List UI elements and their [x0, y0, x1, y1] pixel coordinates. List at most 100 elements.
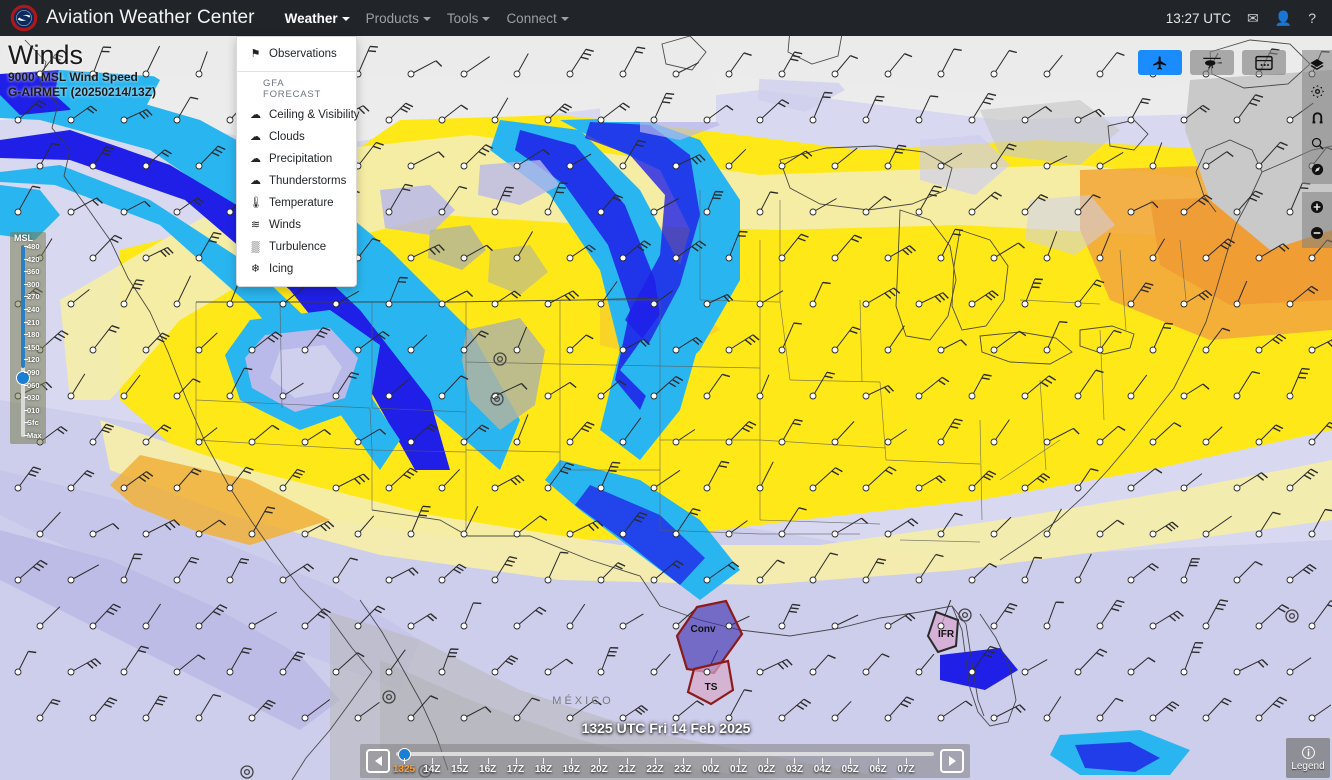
altitude-tick[interactable]: 300	[27, 281, 40, 289]
station-point[interactable]	[598, 117, 604, 123]
altitude-tick[interactable]: 210	[27, 319, 40, 327]
station-point[interactable]	[143, 163, 149, 169]
station-point[interactable]	[598, 485, 604, 491]
station-point[interactable]	[408, 623, 414, 629]
station-point[interactable]	[726, 715, 732, 721]
station-point[interactable]	[143, 255, 149, 261]
station-point[interactable]	[1075, 209, 1081, 215]
station-point[interactable]	[1203, 715, 1209, 721]
station-point[interactable]	[408, 347, 414, 353]
station-point[interactable]	[1309, 531, 1315, 537]
station-point[interactable]	[726, 347, 732, 353]
station-point[interactable]	[1234, 577, 1240, 583]
weather-dropdown-menu[interactable]: ⚑ Observations GFA FORECAST ☁Ceiling & V…	[236, 36, 357, 287]
station-point[interactable]	[726, 255, 732, 261]
station-point[interactable]	[704, 301, 710, 307]
time-track-wrap[interactable]: 132514Z15Z16Z17Z18Z19Z20Z21Z22Z23Z00Z01Z…	[396, 744, 934, 778]
station-point[interactable]	[1256, 715, 1262, 721]
station-point[interactable]	[174, 669, 180, 675]
station-point[interactable]	[885, 439, 891, 445]
station-point[interactable]	[492, 209, 498, 215]
station-point[interactable]	[651, 393, 657, 399]
station-point[interactable]	[302, 623, 308, 629]
station-point[interactable]	[196, 255, 202, 261]
station-point[interactable]	[461, 255, 467, 261]
station-point[interactable]	[885, 347, 891, 353]
time-tick-label[interactable]: 02Z	[758, 764, 775, 775]
time-tick-label[interactable]: 20Z	[591, 764, 608, 775]
time-tick-label[interactable]: 15Z	[451, 764, 468, 775]
station-point[interactable]	[1309, 347, 1315, 353]
station-point[interactable]	[1075, 393, 1081, 399]
altitude-tick[interactable]: 120	[27, 356, 40, 364]
station-point[interactable]	[863, 577, 869, 583]
station-point[interactable]	[567, 715, 573, 721]
station-point[interactable]	[280, 577, 286, 583]
station-point[interactable]	[196, 347, 202, 353]
station-point[interactable]	[174, 393, 180, 399]
station-point[interactable]	[143, 715, 149, 721]
station-point[interactable]	[37, 715, 43, 721]
station-point[interactable]	[726, 623, 732, 629]
station-point[interactable]	[1097, 347, 1103, 353]
station-point[interactable]	[885, 71, 891, 77]
menu-item-precipitation[interactable]: ☁Precipitation	[237, 148, 356, 170]
station-point[interactable]	[1150, 347, 1156, 353]
station-point[interactable]	[969, 301, 975, 307]
station-point[interactable]	[938, 347, 944, 353]
station-point[interactable]	[938, 71, 944, 77]
station-point[interactable]	[1203, 531, 1209, 537]
station-point[interactable]	[1203, 623, 1209, 629]
station-point[interactable]	[386, 117, 392, 123]
station-point[interactable]	[651, 209, 657, 215]
station-point[interactable]	[832, 71, 838, 77]
station-point[interactable]	[333, 485, 339, 491]
altitude-tick[interactable]: 060	[27, 382, 40, 390]
station-point[interactable]	[15, 669, 21, 675]
station-point[interactable]	[863, 669, 869, 675]
nav-item-tools[interactable]: Tools	[439, 7, 499, 30]
station-point[interactable]	[1022, 485, 1028, 491]
station-point[interactable]	[1287, 669, 1293, 675]
station-point[interactable]	[1044, 439, 1050, 445]
station-point[interactable]	[1097, 439, 1103, 445]
time-tick-label[interactable]: 18Z	[535, 764, 552, 775]
time-tick-label[interactable]: 14Z	[423, 764, 440, 775]
station-point[interactable]	[651, 117, 657, 123]
station-point[interactable]	[938, 163, 944, 169]
station-point[interactable]	[408, 255, 414, 261]
station-point[interactable]	[726, 531, 732, 537]
station-point[interactable]	[514, 71, 520, 77]
station-point[interactable]	[757, 209, 763, 215]
legend-button[interactable]: Legend	[1286, 738, 1330, 778]
station-point[interactable]	[1128, 301, 1134, 307]
station-point[interactable]	[757, 301, 763, 307]
station-point[interactable]	[121, 577, 127, 583]
map-canvas[interactable]: Conv TS IFR MÉXICO	[0, 0, 1332, 780]
station-point[interactable]	[492, 117, 498, 123]
station-point[interactable]	[249, 531, 255, 537]
station-point[interactable]	[885, 163, 891, 169]
station-point[interactable]	[90, 531, 96, 537]
menu-item-clouds[interactable]: ☁Clouds	[237, 126, 356, 148]
station-point[interactable]	[492, 577, 498, 583]
station-point[interactable]	[15, 485, 21, 491]
station-point[interactable]	[68, 393, 74, 399]
station-point[interactable]	[1128, 577, 1134, 583]
nav-item-products[interactable]: Products	[358, 7, 439, 30]
station-point[interactable]	[969, 393, 975, 399]
station-point[interactable]	[757, 669, 763, 675]
station-point[interactable]	[1022, 393, 1028, 399]
station-point[interactable]	[757, 577, 763, 583]
station-point[interactable]	[143, 531, 149, 537]
station-point[interactable]	[386, 669, 392, 675]
station-point[interactable]	[1234, 485, 1240, 491]
user-icon[interactable]: 👤	[1275, 11, 1292, 25]
station-point[interactable]	[598, 669, 604, 675]
altitude-tick[interactable]: Sfc	[27, 419, 39, 427]
station-point[interactable]	[916, 669, 922, 675]
station-point[interactable]	[779, 531, 785, 537]
station-point[interactable]	[196, 71, 202, 77]
altitude-tick[interactable]: 010	[27, 407, 40, 415]
station-point[interactable]	[1287, 301, 1293, 307]
